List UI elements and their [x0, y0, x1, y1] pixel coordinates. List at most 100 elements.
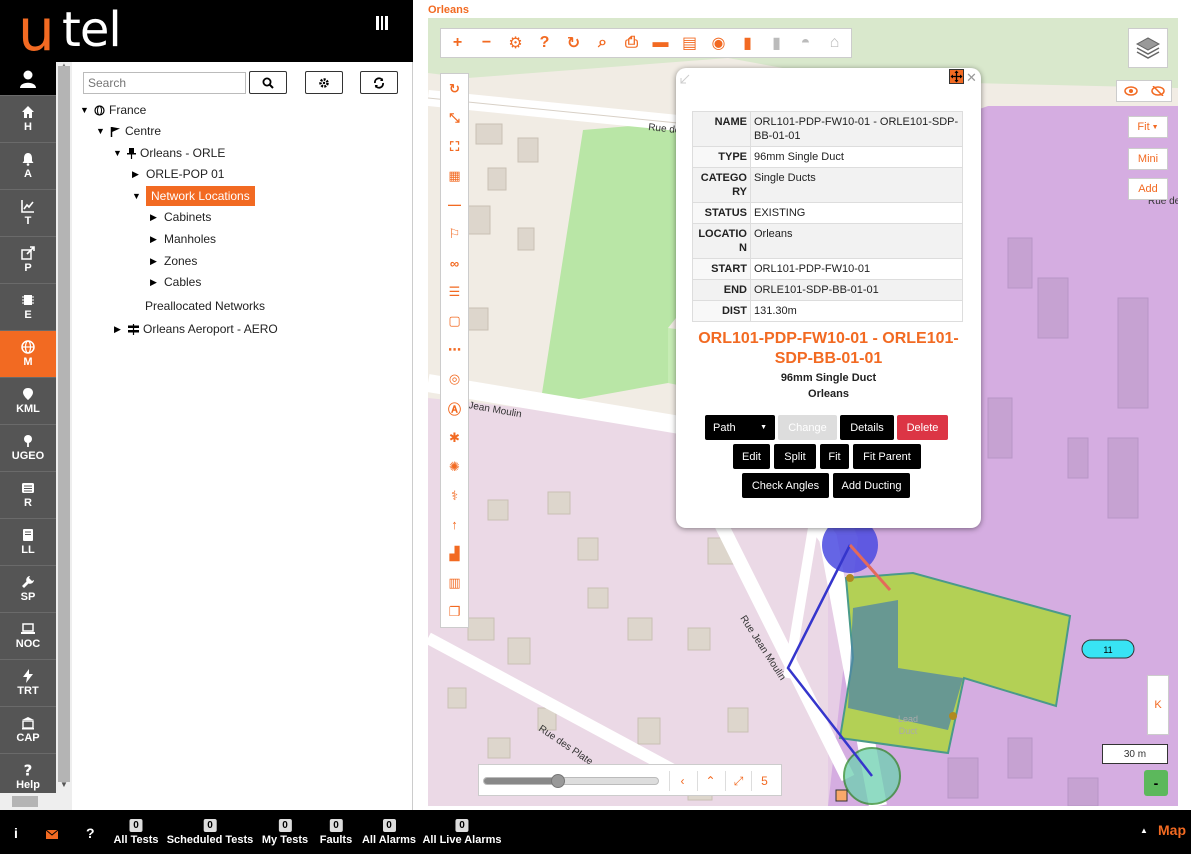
nav-item-ll[interactable]: LL	[0, 518, 56, 565]
stethoscope-icon[interactable]: ⚕	[441, 481, 468, 510]
tree-node-cables[interactable]: ▶ Cables	[150, 275, 201, 289]
search-button[interactable]	[249, 71, 287, 94]
user-icon[interactable]	[0, 62, 56, 95]
tree-node-orleans[interactable]: ▼ Orleans - ORLE	[113, 146, 225, 160]
collapse-icon[interactable]: ▼	[113, 148, 123, 158]
k-button[interactable]: K	[1147, 675, 1169, 735]
asterisk-icon[interactable]: ✱	[441, 423, 468, 452]
mini-button[interactable]: Mini	[1128, 148, 1168, 170]
check-angles-button[interactable]: Check Angles	[742, 473, 829, 498]
nav-item-p[interactable]: P	[0, 236, 56, 283]
expand-icon[interactable]: ▶	[132, 169, 142, 180]
scroll-down-icon[interactable]: ▼	[60, 780, 68, 789]
status-faults[interactable]: 0 Faults	[320, 819, 352, 846]
nav-item-cap[interactable]: CAP	[0, 706, 56, 753]
fit-button[interactable]: Fit	[820, 444, 849, 469]
refresh-button[interactable]	[360, 71, 398, 94]
chevron-up-icon[interactable]: ⌃	[697, 771, 723, 791]
edit-button[interactable]: Edit	[733, 444, 770, 469]
change-button[interactable]: Change	[778, 415, 837, 440]
caret-up-icon[interactable]: ▲	[1140, 826, 1148, 835]
tree-node-preallocated[interactable]: Preallocated Networks	[145, 299, 265, 313]
building-icon[interactable]: ▥	[441, 569, 468, 598]
table-icon[interactable]: ▦	[441, 161, 468, 190]
nav-hscrollbar[interactable]	[0, 793, 72, 810]
expand-arrows-icon[interactable]: ⤢	[725, 771, 751, 791]
help-icon[interactable]: ?	[86, 825, 95, 841]
tree-node-aeroport[interactable]: ▶ Orleans Aeroport - AERO	[114, 322, 278, 336]
nav-item-m[interactable]: M	[0, 330, 56, 377]
tree-node-network-locations[interactable]: ▼ Network Locations	[132, 186, 255, 206]
status-all-alarms[interactable]: 0 All Alarms	[362, 819, 416, 846]
clone-icon[interactable]: ❐	[441, 598, 468, 627]
refresh-icon[interactable]: ↻	[559, 30, 588, 56]
rotate-icon[interactable]: ↻	[441, 74, 468, 103]
arrow-up-icon[interactable]: ↑	[441, 510, 468, 539]
zoom-in-button[interactable]: +	[443, 30, 472, 56]
collapse-icon[interactable]: ▼	[96, 126, 106, 136]
expand-icon[interactable]: ▶	[150, 234, 160, 245]
expand-icon[interactable]: ⛶	[441, 132, 468, 161]
nav-item-kml[interactable]: KML	[0, 377, 56, 424]
status-all-live-alarms[interactable]: 0 All Live Alarms	[422, 819, 502, 846]
tree-node-france[interactable]: ▼ France	[80, 103, 146, 117]
settings-icon[interactable]: ⚙	[501, 30, 530, 56]
expand-icon[interactable]: ▶	[114, 324, 124, 335]
delete-button[interactable]: Delete	[897, 415, 948, 440]
signpost-icon[interactable]: ☰	[441, 278, 468, 307]
expand-icon[interactable]: ▶	[150, 212, 160, 223]
collapse-icon[interactable]: ▼	[132, 191, 142, 201]
book-icon[interactable]: ▤	[675, 30, 704, 56]
nav-item-r[interactable]: R	[0, 471, 56, 518]
search-input[interactable]	[83, 72, 246, 94]
expand-icon[interactable]: ▶	[150, 256, 160, 267]
tape-icon[interactable]: ∞	[441, 249, 468, 278]
bookmark-off-icon[interactable]: ▮	[762, 30, 791, 56]
tree-node-manholes[interactable]: ▶ Manholes	[150, 232, 216, 246]
print-icon[interactable]: ⎙	[617, 30, 646, 56]
dome-icon[interactable]: ◓	[791, 30, 820, 56]
home-icon[interactable]: ⌂	[820, 30, 849, 56]
add-button[interactable]: Add	[1128, 178, 1168, 200]
antenna-icon[interactable]: Ⓐ	[441, 394, 468, 423]
eye-slash-icon[interactable]	[1144, 81, 1171, 101]
expand-icon[interactable]: ▶	[150, 277, 160, 288]
nav-item-ugeo[interactable]: UGEO	[0, 424, 56, 471]
info-icon[interactable]: i	[14, 825, 18, 841]
tree-node-cabinets[interactable]: ▶ Cabinets	[150, 210, 211, 224]
cog-icon[interactable]: ✺	[441, 452, 468, 481]
chevron-left-icon[interactable]: ‹	[669, 771, 695, 791]
tree-node-centre[interactable]: ▼ Centre	[96, 124, 161, 138]
nav-item-e[interactable]: E	[0, 283, 56, 330]
nav-item-h[interactable]: H	[0, 95, 56, 142]
fit-view-icon[interactable]	[949, 69, 964, 84]
bookmark-icon[interactable]: ▮	[733, 30, 762, 56]
target-icon[interactable]: ◎	[441, 365, 468, 394]
zoom-out-button[interactable]: −	[472, 30, 501, 56]
vector-square-icon[interactable]: ▢	[441, 307, 468, 336]
status-all-tests[interactable]: 0 All Tests	[113, 819, 159, 846]
path-dropdown[interactable]: Path ▼	[705, 415, 775, 440]
split-button[interactable]: Split	[774, 444, 816, 469]
nav-scrollbar[interactable]: ▲ ▼	[56, 61, 72, 810]
fit-dropdown[interactable]: Fit ▼	[1128, 116, 1168, 138]
slider-handle[interactable]	[550, 774, 565, 788]
tree-node-zones[interactable]: ▶ Zones	[150, 254, 197, 268]
map-view-label[interactable]: Map	[1158, 822, 1186, 838]
status-scheduled-tests[interactable]: 0 Scheduled Tests	[167, 819, 253, 846]
nav-item-noc[interactable]: NOC	[0, 612, 56, 659]
nav-item-trt[interactable]: TRT	[0, 659, 56, 706]
flag-outline-icon[interactable]: ⚐	[441, 219, 468, 248]
ellipsis-icon[interactable]: ⋯	[441, 336, 468, 365]
status-my-tests[interactable]: 0 My Tests	[262, 819, 308, 846]
layers-button[interactable]	[1128, 28, 1168, 68]
details-button[interactable]: Details	[840, 415, 894, 440]
nav-item-sp[interactable]: SP	[0, 565, 56, 612]
minus-icon[interactable]: —	[441, 190, 468, 219]
ruler-icon[interactable]: ▬	[646, 30, 675, 56]
industry-icon[interactable]: ▟	[441, 540, 468, 569]
eye-icon[interactable]	[1117, 81, 1144, 101]
close-icon[interactable]: ✕	[966, 70, 977, 86]
settings-button[interactable]	[305, 71, 343, 94]
add-ducting-button[interactable]: Add Ducting	[833, 473, 910, 498]
